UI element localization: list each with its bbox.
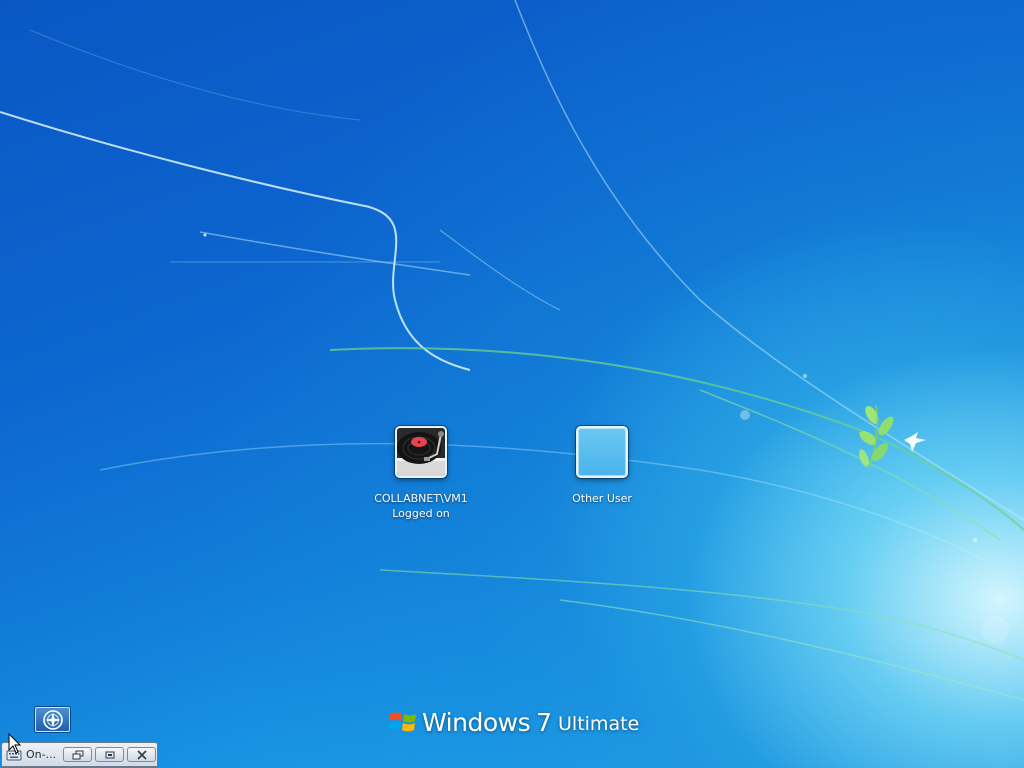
ease-of-access-icon bbox=[42, 710, 63, 730]
brand-product: Windows bbox=[422, 707, 531, 737]
maximize-button[interactable] bbox=[95, 747, 124, 762]
window-title: On-... bbox=[26, 748, 57, 761]
logon-screen: COLLABNET\VM1 Logged on Other User Windo… bbox=[0, 0, 1024, 768]
windows-branding: Windows 7 Ultimate bbox=[388, 704, 639, 740]
restore-button[interactable] bbox=[63, 747, 92, 762]
ease-of-access-button[interactable] bbox=[35, 707, 70, 732]
user-avatar-frame[interactable] bbox=[395, 426, 447, 478]
mouse-pointer-icon bbox=[8, 733, 22, 754]
user-tile-collabnet-vm1[interactable]: COLLABNET\VM1 Logged on bbox=[361, 426, 481, 521]
restore-icon bbox=[72, 750, 83, 759]
wallpaper-bird bbox=[904, 432, 926, 452]
windows-flag-icon bbox=[388, 712, 416, 732]
blank-avatar-icon bbox=[578, 428, 626, 476]
user-tile-other-user[interactable]: Other User bbox=[542, 426, 662, 506]
user-status: Logged on bbox=[392, 507, 450, 520]
user-name: Other User bbox=[572, 492, 632, 505]
user-avatar-frame[interactable] bbox=[576, 426, 628, 478]
brand-edition: Ultimate bbox=[558, 713, 640, 735]
close-icon bbox=[136, 749, 147, 760]
minimize-icon bbox=[105, 751, 114, 758]
turntable-icon bbox=[397, 428, 445, 476]
close-button[interactable] bbox=[127, 747, 156, 762]
brand-version: 7 bbox=[536, 707, 553, 737]
user-name: COLLABNET\VM1 bbox=[374, 492, 468, 505]
wallpaper-swirls bbox=[0, 0, 1024, 701]
on-screen-keyboard-minimized-window[interactable]: On-... bbox=[1, 742, 158, 767]
